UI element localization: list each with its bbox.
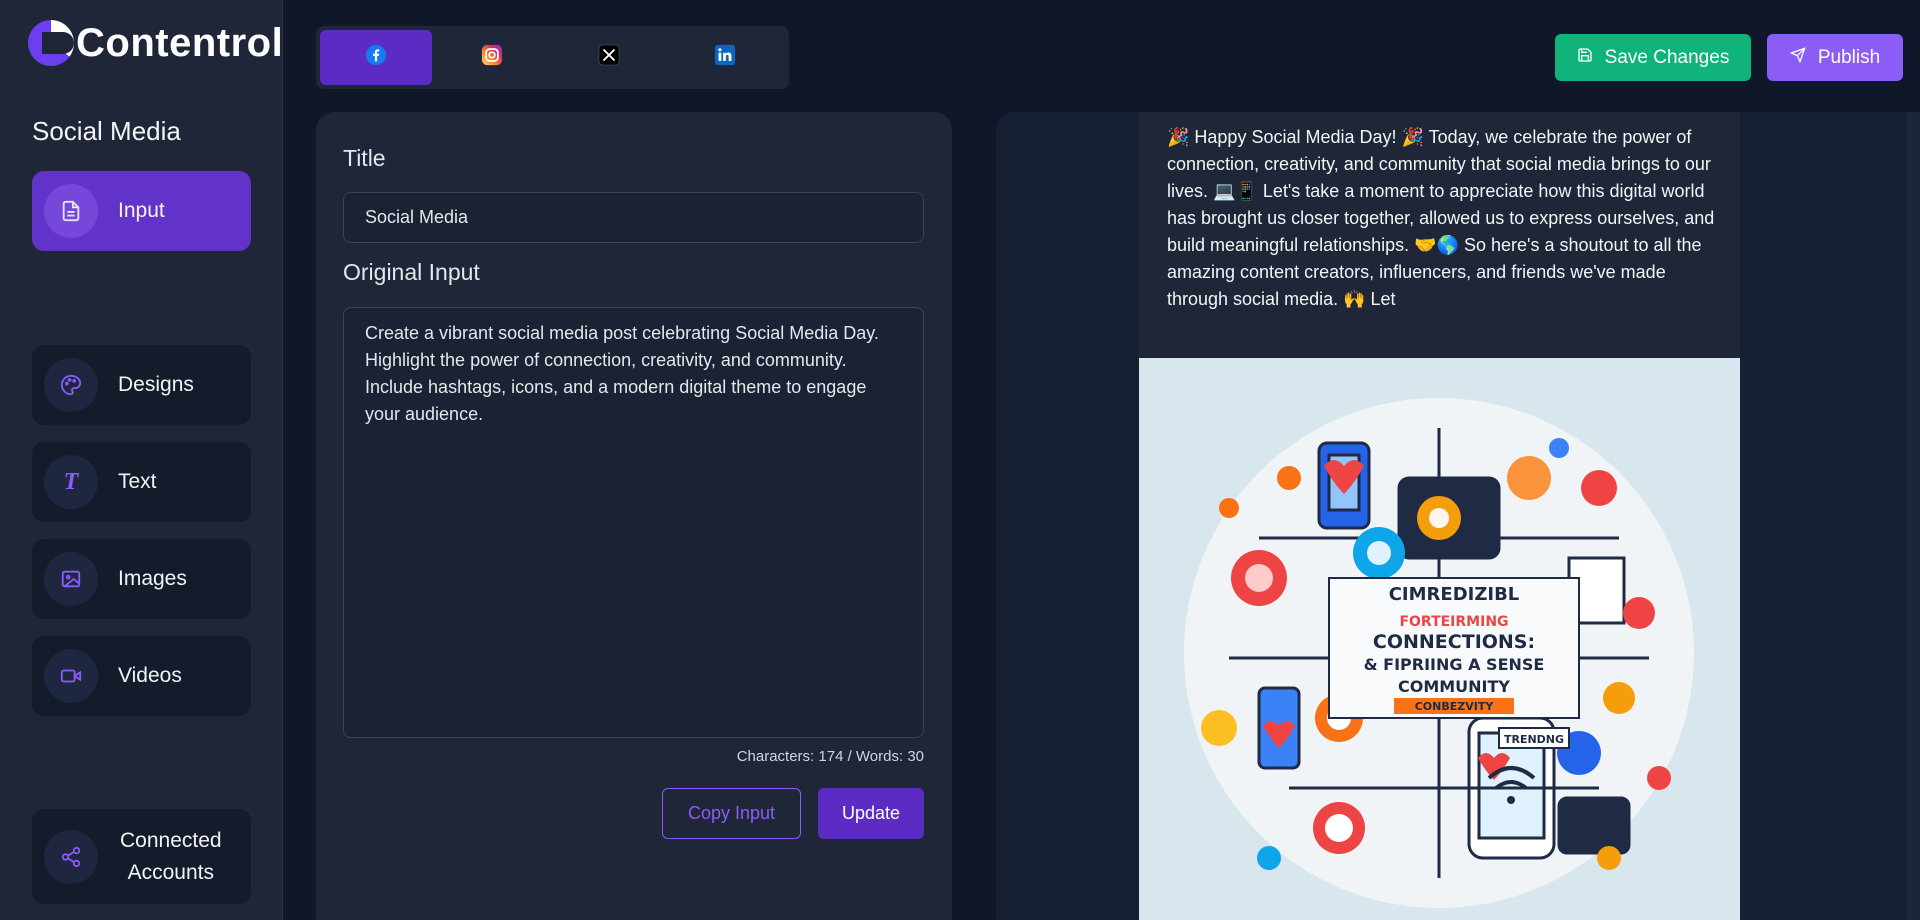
- tab-instagram[interactable]: [436, 30, 548, 85]
- sidebar-item-label: Designs: [118, 373, 194, 396]
- linkedin-icon: [714, 44, 736, 71]
- tab-x[interactable]: [553, 30, 665, 85]
- share-icon: [44, 829, 98, 884]
- scrollbar-track[interactable]: [1907, 112, 1920, 920]
- image-text-line: & FIPRIING A SENSE: [1364, 655, 1545, 674]
- sidebar-item-videos[interactable]: Videos: [32, 636, 251, 716]
- image-text-line: CONNECTIONS:: [1373, 631, 1535, 653]
- image-text-line: TRENDNG: [1504, 733, 1564, 746]
- update-button[interactable]: Update: [818, 788, 924, 839]
- sidebar-item-connected-accounts[interactable]: Connected Accounts: [32, 809, 251, 904]
- tab-facebook[interactable]: [320, 30, 433, 85]
- sidebar-item-text[interactable]: T Text: [32, 442, 251, 522]
- image-text-line: COMMUNITY: [1398, 677, 1510, 696]
- publish-button[interactable]: Publish: [1767, 34, 1903, 81]
- save-icon: [1577, 47, 1593, 69]
- title-input[interactable]: [343, 192, 924, 243]
- sidebar-heading: Social Media: [32, 116, 181, 146]
- x-icon: [598, 44, 620, 71]
- platform-tabs: [316, 26, 789, 89]
- send-icon: [1789, 46, 1806, 69]
- image-text-line: FORTEIRMING: [1399, 614, 1508, 630]
- publish-label: Publish: [1817, 46, 1881, 68]
- sidebar-item-label: Videos: [118, 664, 182, 687]
- image-icon: [44, 552, 98, 606]
- title-label: Title: [343, 145, 386, 171]
- sidebar-item-label: Input: [118, 199, 165, 222]
- copy-input-button[interactable]: Copy Input: [662, 788, 801, 839]
- sidebar-item-input[interactable]: Input: [32, 171, 251, 251]
- input-panel: Title Original Input Create a vibrant so…: [316, 112, 952, 920]
- sidebar: Contentrol Social Media Input Designs T …: [0, 0, 283, 920]
- instagram-icon: [481, 44, 503, 71]
- social-media-collage-illustration: CIMREDIZIBL FORTEIRMING CONNECTIONS: & F…: [1184, 398, 1694, 908]
- app-name: Contentrol: [76, 20, 284, 65]
- sidebar-item-images[interactable]: Images: [32, 539, 251, 619]
- tab-linkedin[interactable]: [669, 30, 781, 85]
- original-input-textarea[interactable]: Create a vibrant social media post celeb…: [343, 307, 924, 738]
- image-text-line: CONBEZVITY: [1415, 700, 1495, 713]
- save-changes-button[interactable]: Save Changes: [1555, 34, 1751, 81]
- post-preview-card: 🎉 Happy Social Media Day! 🎉 Today, we ce…: [1139, 112, 1740, 920]
- sidebar-item-label: Text: [118, 470, 157, 493]
- document-icon: [44, 184, 98, 238]
- app-logo[interactable]: Contentrol: [28, 12, 283, 74]
- post-image[interactable]: CIMREDIZIBL FORTEIRMING CONNECTIONS: & F…: [1139, 358, 1740, 920]
- character-word-counter: Characters: 174 / Words: 30: [736, 748, 924, 765]
- logo-mark-icon: [28, 20, 74, 66]
- palette-icon: [44, 358, 98, 412]
- post-text: 🎉 Happy Social Media Day! 🎉 Today, we ce…: [1167, 127, 1715, 309]
- video-icon: [44, 649, 98, 703]
- sidebar-item-label: Connected Accounts: [120, 828, 222, 884]
- original-input-label: Original Input: [343, 259, 480, 285]
- save-changes-label: Save Changes: [1604, 46, 1730, 68]
- image-text-line: CIMREDIZIBL: [1389, 584, 1520, 605]
- preview-panel: 🎉 Happy Social Media Day! 🎉 Today, we ce…: [996, 112, 1920, 920]
- sidebar-item-label: Images: [118, 567, 187, 590]
- facebook-icon: [365, 44, 387, 71]
- sidebar-item-designs[interactable]: Designs: [32, 345, 251, 425]
- text-icon: T: [44, 455, 98, 509]
